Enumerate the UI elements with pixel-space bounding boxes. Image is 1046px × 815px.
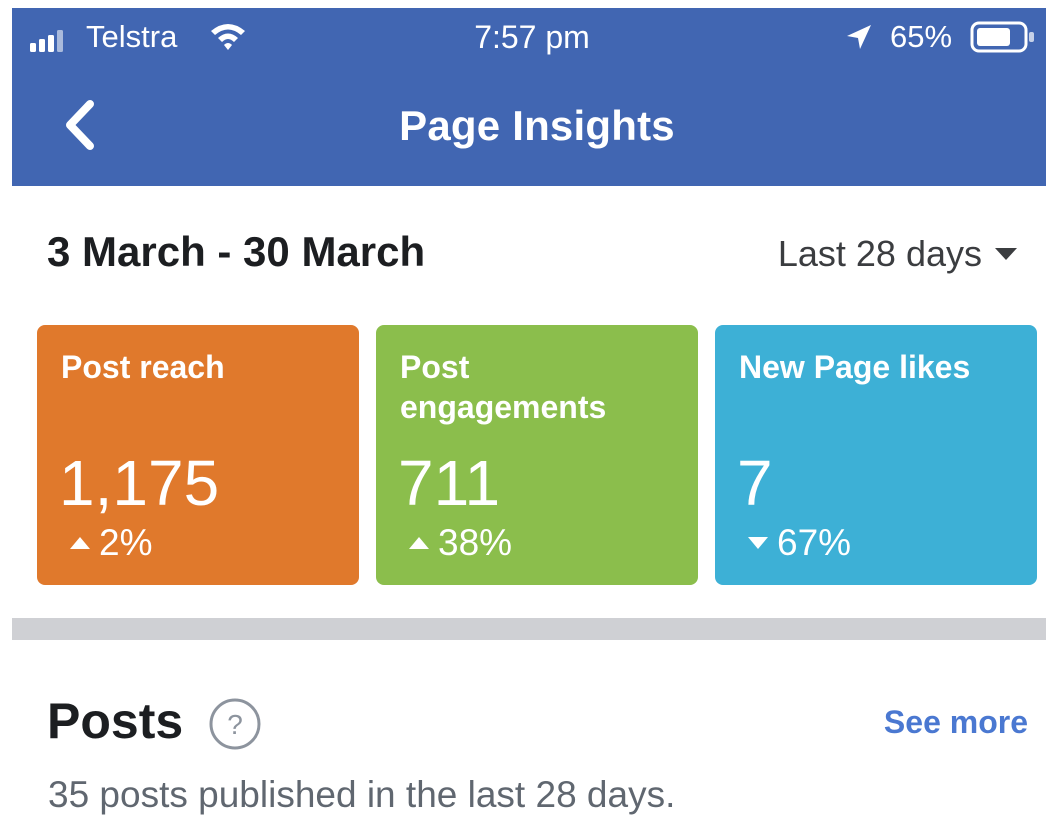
location-arrow-icon bbox=[847, 25, 871, 49]
metric-label: Post reach bbox=[61, 349, 225, 385]
metric-change: 38% bbox=[408, 521, 512, 565]
see-more-link[interactable]: See more bbox=[884, 700, 1028, 744]
page-insights-screen: Telstra 7:57 pm 65% Page Insights 3 Marc… bbox=[0, 0, 1046, 815]
status-bar: Telstra 7:57 pm 65% bbox=[12, 8, 1046, 66]
metric-change-value: 67% bbox=[777, 522, 852, 563]
metric-value: 711 bbox=[398, 447, 501, 519]
post-engagements-card[interactable]: Post engagements 711 38% bbox=[376, 325, 698, 585]
metric-value: 1,175 bbox=[59, 447, 220, 519]
post-reach-card[interactable]: Post reach 1,175 2% bbox=[37, 325, 359, 585]
date-range-label: 3 March - 30 March bbox=[47, 228, 426, 275]
date-range-selector[interactable]: Last 28 days bbox=[778, 228, 1018, 280]
posts-section-title: Posts bbox=[47, 693, 184, 749]
battery-icon bbox=[970, 21, 1034, 53]
posts-summary-text: 35 posts published in the last 28 days. bbox=[48, 774, 676, 815]
trend-up-icon bbox=[409, 537, 429, 549]
metric-value: 7 bbox=[737, 447, 773, 519]
metric-label: New Page likes bbox=[739, 349, 971, 385]
metric-cards: Post reach 1,175 2% Post engagements 711… bbox=[37, 325, 1038, 585]
signal-icon bbox=[30, 30, 63, 52]
metric-label: Post engagements bbox=[400, 349, 607, 425]
date-range-selector-label: Last 28 days bbox=[777, 233, 982, 274]
new-page-likes-card[interactable]: New Page likes 7 67% bbox=[715, 325, 1037, 585]
section-divider bbox=[12, 618, 1046, 640]
top-edge bbox=[0, 0, 1046, 8]
metric-change: 2% bbox=[69, 521, 152, 565]
trend-down-icon bbox=[748, 537, 768, 549]
app-header: Telstra 7:57 pm 65% Page Insights bbox=[12, 8, 1046, 186]
caret-down-icon bbox=[995, 248, 1017, 260]
battery-percentage: 65% bbox=[890, 19, 953, 54]
page-title: Page Insights bbox=[399, 102, 675, 149]
metric-change-value: 2% bbox=[99, 522, 153, 563]
metric-change-value: 38% bbox=[438, 522, 513, 563]
question-circle-icon[interactable]: ? bbox=[207, 696, 263, 752]
wifi-icon bbox=[211, 24, 245, 50]
back-chevron-icon[interactable] bbox=[52, 94, 108, 156]
carrier-name: Telstra bbox=[86, 19, 178, 54]
trend-up-icon bbox=[70, 537, 90, 549]
metric-change: 67% bbox=[747, 521, 851, 565]
svg-text:?: ? bbox=[227, 709, 243, 740]
status-time: 7:57 pm bbox=[474, 19, 590, 55]
